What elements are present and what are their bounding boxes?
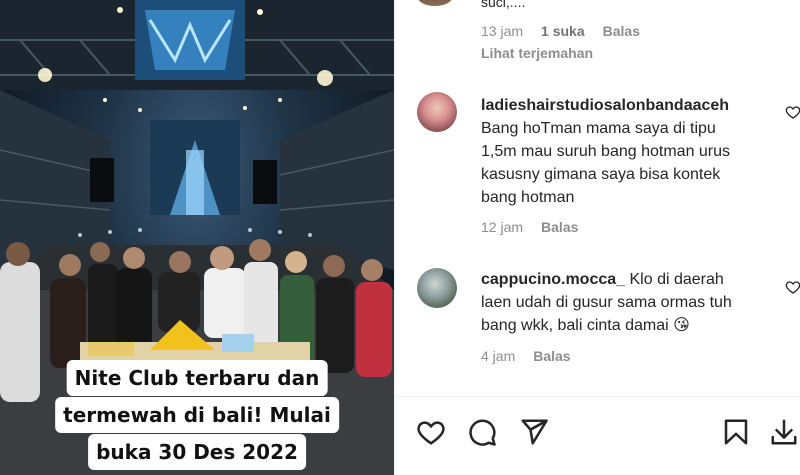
see-translation-link[interactable]: Lihat terjemahan [481, 45, 593, 61]
comment-likes-link[interactable]: 1 suka [541, 23, 585, 39]
comments-panel: suci,.... 13 jam 1 suka Balas Lihat terj… [394, 0, 800, 475]
comment-meta: 12 jam Balas [481, 219, 578, 235]
reply-button[interactable]: Balas [603, 23, 640, 39]
avatar[interactable] [417, 0, 453, 6]
video-caption-line-2: termewah di bali! Mulai [55, 397, 339, 433]
comment-text-line: Klo di daerah [629, 271, 724, 288]
video-caption-line-3: buka 30 Des 2022 [88, 434, 306, 470]
comment-username[interactable]: ladieshairstudiosalonbandaaceh [481, 94, 771, 117]
video-caption-line-1: Nite Club terbaru dan [66, 360, 328, 396]
download-icon[interactable] [769, 417, 799, 447]
comment-time: 13 jam [481, 23, 524, 39]
comment-item: ladieshairstudiosalonbandaaceh Bang hoTm… [481, 94, 771, 209]
share-icon[interactable] [519, 417, 549, 447]
post-video[interactable]: Nite Club terbaru dan termewah di bali! … [0, 0, 394, 475]
comment-time: 4 jam [481, 348, 516, 364]
likes-count[interactable] [481, 466, 485, 475]
reply-button[interactable]: Balas [541, 219, 578, 235]
divider [395, 396, 800, 397]
comment-text-line: Bang hoTman mama saya di tipu [481, 120, 716, 137]
reply-button[interactable]: Balas [533, 348, 570, 364]
comment-username[interactable]: cappucino.mocca_ [481, 271, 625, 288]
avatar[interactable] [417, 268, 457, 308]
avatar[interactable] [417, 92, 457, 132]
bookmark-icon[interactable] [721, 417, 751, 447]
comment-text-line: laen udah di gusur sama ormas tuh [481, 294, 732, 311]
heart-icon[interactable] [785, 104, 800, 120]
comment-text-line: 1,5m mau suruh bang hotman urus [481, 143, 731, 160]
comment-icon[interactable] [467, 417, 497, 447]
comment-meta: 13 jam 1 suka Balas [481, 23, 640, 39]
comment-text-line: bang hotman [481, 189, 575, 206]
heart-icon[interactable] [416, 417, 446, 447]
comment-time: 12 jam [481, 219, 524, 235]
comment-item: cappucino.mocca_ Klo di daerah laen udah… [481, 268, 771, 337]
comment-text-line: kasusny gimana saya bisa kontek [481, 166, 721, 183]
comment-text-partial: suci,.... [481, 0, 526, 10]
comment-meta: 4 jam Balas [481, 348, 571, 364]
heart-icon[interactable] [785, 279, 800, 295]
comment-text-line: bang wkk, bali cinta damai 😘 [481, 317, 690, 334]
